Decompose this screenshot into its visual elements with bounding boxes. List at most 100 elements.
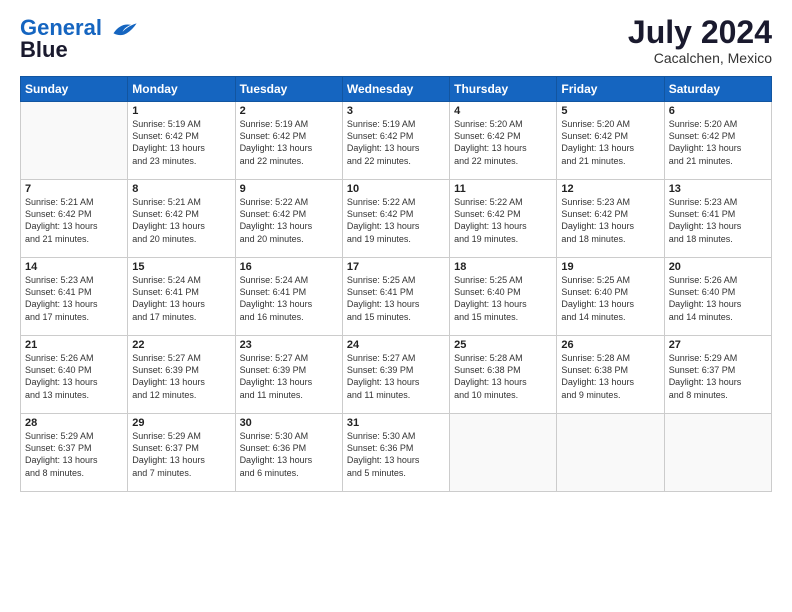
day-number: 1: [132, 105, 230, 117]
calendar-week-3: 14Sunrise: 5:23 AM Sunset: 6:41 PM Dayli…: [21, 258, 772, 336]
col-header-thursday: Thursday: [450, 77, 557, 102]
day-number: 21: [25, 339, 123, 351]
day-number: 2: [240, 105, 338, 117]
day-number: 11: [454, 183, 552, 195]
title-block: July 2024 Cacalchen, Mexico: [628, 15, 772, 66]
day-number: 5: [561, 105, 659, 117]
day-number: 31: [347, 417, 445, 429]
day-info: Sunrise: 5:19 AM Sunset: 6:42 PM Dayligh…: [132, 118, 230, 167]
day-info: Sunrise: 5:30 AM Sunset: 6:36 PM Dayligh…: [347, 430, 445, 479]
calendar-cell: 25Sunrise: 5:28 AM Sunset: 6:38 PM Dayli…: [450, 336, 557, 414]
day-info: Sunrise: 5:28 AM Sunset: 6:38 PM Dayligh…: [561, 352, 659, 401]
day-number: 27: [669, 339, 767, 351]
day-info: Sunrise: 5:28 AM Sunset: 6:38 PM Dayligh…: [454, 352, 552, 401]
calendar-cell: 12Sunrise: 5:23 AM Sunset: 6:42 PM Dayli…: [557, 180, 664, 258]
calendar-cell: 21Sunrise: 5:26 AM Sunset: 6:40 PM Dayli…: [21, 336, 128, 414]
day-info: Sunrise: 5:29 AM Sunset: 6:37 PM Dayligh…: [669, 352, 767, 401]
calendar-cell: 22Sunrise: 5:27 AM Sunset: 6:39 PM Dayli…: [128, 336, 235, 414]
col-header-sunday: Sunday: [21, 77, 128, 102]
day-number: 26: [561, 339, 659, 351]
calendar-cell: 7Sunrise: 5:21 AM Sunset: 6:42 PM Daylig…: [21, 180, 128, 258]
calendar-cell: 15Sunrise: 5:24 AM Sunset: 6:41 PM Dayli…: [128, 258, 235, 336]
day-info: Sunrise: 5:27 AM Sunset: 6:39 PM Dayligh…: [132, 352, 230, 401]
day-number: 16: [240, 261, 338, 273]
day-info: Sunrise: 5:20 AM Sunset: 6:42 PM Dayligh…: [669, 118, 767, 167]
calendar-cell: 13Sunrise: 5:23 AM Sunset: 6:41 PM Dayli…: [664, 180, 771, 258]
calendar-table: SundayMondayTuesdayWednesdayThursdayFrid…: [20, 76, 772, 492]
calendar-week-1: 1Sunrise: 5:19 AM Sunset: 6:42 PM Daylig…: [21, 102, 772, 180]
day-info: Sunrise: 5:25 AM Sunset: 6:40 PM Dayligh…: [561, 274, 659, 323]
col-header-saturday: Saturday: [664, 77, 771, 102]
calendar-cell: [21, 102, 128, 180]
day-number: 17: [347, 261, 445, 273]
day-number: 12: [561, 183, 659, 195]
day-number: 7: [25, 183, 123, 195]
calendar-week-5: 28Sunrise: 5:29 AM Sunset: 6:37 PM Dayli…: [21, 414, 772, 492]
day-number: 13: [669, 183, 767, 195]
day-number: 6: [669, 105, 767, 117]
day-number: 10: [347, 183, 445, 195]
calendar-header-row: SundayMondayTuesdayWednesdayThursdayFrid…: [21, 77, 772, 102]
day-info: Sunrise: 5:23 AM Sunset: 6:41 PM Dayligh…: [25, 274, 123, 323]
calendar-cell: 3Sunrise: 5:19 AM Sunset: 6:42 PM Daylig…: [342, 102, 449, 180]
day-info: Sunrise: 5:25 AM Sunset: 6:40 PM Dayligh…: [454, 274, 552, 323]
calendar-cell: 1Sunrise: 5:19 AM Sunset: 6:42 PM Daylig…: [128, 102, 235, 180]
day-number: 23: [240, 339, 338, 351]
day-info: Sunrise: 5:25 AM Sunset: 6:41 PM Dayligh…: [347, 274, 445, 323]
day-number: 8: [132, 183, 230, 195]
day-number: 19: [561, 261, 659, 273]
calendar-week-2: 7Sunrise: 5:21 AM Sunset: 6:42 PM Daylig…: [21, 180, 772, 258]
day-number: 3: [347, 105, 445, 117]
calendar-cell: [557, 414, 664, 492]
calendar-cell: 27Sunrise: 5:29 AM Sunset: 6:37 PM Dayli…: [664, 336, 771, 414]
calendar-cell: 30Sunrise: 5:30 AM Sunset: 6:36 PM Dayli…: [235, 414, 342, 492]
calendar-cell: 8Sunrise: 5:21 AM Sunset: 6:42 PM Daylig…: [128, 180, 235, 258]
day-info: Sunrise: 5:21 AM Sunset: 6:42 PM Dayligh…: [132, 196, 230, 245]
page-container: General Blue July 2024 Cacalchen, Mexico…: [0, 0, 792, 502]
day-info: Sunrise: 5:22 AM Sunset: 6:42 PM Dayligh…: [347, 196, 445, 245]
day-info: Sunrise: 5:23 AM Sunset: 6:42 PM Dayligh…: [561, 196, 659, 245]
logo: General Blue: [20, 15, 140, 63]
day-number: 24: [347, 339, 445, 351]
calendar-cell: 6Sunrise: 5:20 AM Sunset: 6:42 PM Daylig…: [664, 102, 771, 180]
col-header-friday: Friday: [557, 77, 664, 102]
day-number: 4: [454, 105, 552, 117]
calendar-cell: 10Sunrise: 5:22 AM Sunset: 6:42 PM Dayli…: [342, 180, 449, 258]
day-number: 25: [454, 339, 552, 351]
calendar-cell: 20Sunrise: 5:26 AM Sunset: 6:40 PM Dayli…: [664, 258, 771, 336]
calendar-cell: 2Sunrise: 5:19 AM Sunset: 6:42 PM Daylig…: [235, 102, 342, 180]
calendar-cell: 29Sunrise: 5:29 AM Sunset: 6:37 PM Dayli…: [128, 414, 235, 492]
calendar-cell: 16Sunrise: 5:24 AM Sunset: 6:41 PM Dayli…: [235, 258, 342, 336]
day-info: Sunrise: 5:24 AM Sunset: 6:41 PM Dayligh…: [240, 274, 338, 323]
calendar-cell: 11Sunrise: 5:22 AM Sunset: 6:42 PM Dayli…: [450, 180, 557, 258]
day-info: Sunrise: 5:26 AM Sunset: 6:40 PM Dayligh…: [669, 274, 767, 323]
day-info: Sunrise: 5:27 AM Sunset: 6:39 PM Dayligh…: [240, 352, 338, 401]
calendar-cell: 4Sunrise: 5:20 AM Sunset: 6:42 PM Daylig…: [450, 102, 557, 180]
calendar-cell: 19Sunrise: 5:25 AM Sunset: 6:40 PM Dayli…: [557, 258, 664, 336]
day-info: Sunrise: 5:21 AM Sunset: 6:42 PM Dayligh…: [25, 196, 123, 245]
col-header-tuesday: Tuesday: [235, 77, 342, 102]
day-info: Sunrise: 5:29 AM Sunset: 6:37 PM Dayligh…: [25, 430, 123, 479]
day-info: Sunrise: 5:30 AM Sunset: 6:36 PM Dayligh…: [240, 430, 338, 479]
day-number: 22: [132, 339, 230, 351]
month-year-title: July 2024: [628, 15, 772, 50]
calendar-cell: 14Sunrise: 5:23 AM Sunset: 6:41 PM Dayli…: [21, 258, 128, 336]
header: General Blue July 2024 Cacalchen, Mexico: [20, 15, 772, 66]
day-number: 18: [454, 261, 552, 273]
calendar-cell: 5Sunrise: 5:20 AM Sunset: 6:42 PM Daylig…: [557, 102, 664, 180]
calendar-week-4: 21Sunrise: 5:26 AM Sunset: 6:40 PM Dayli…: [21, 336, 772, 414]
day-number: 14: [25, 261, 123, 273]
day-number: 29: [132, 417, 230, 429]
day-number: 28: [25, 417, 123, 429]
calendar-cell: 26Sunrise: 5:28 AM Sunset: 6:38 PM Dayli…: [557, 336, 664, 414]
calendar-cell: [664, 414, 771, 492]
day-info: Sunrise: 5:19 AM Sunset: 6:42 PM Dayligh…: [347, 118, 445, 167]
calendar-cell: 9Sunrise: 5:22 AM Sunset: 6:42 PM Daylig…: [235, 180, 342, 258]
calendar-cell: 17Sunrise: 5:25 AM Sunset: 6:41 PM Dayli…: [342, 258, 449, 336]
calendar-cell: 23Sunrise: 5:27 AM Sunset: 6:39 PM Dayli…: [235, 336, 342, 414]
calendar-cell: 31Sunrise: 5:30 AM Sunset: 6:36 PM Dayli…: [342, 414, 449, 492]
day-info: Sunrise: 5:22 AM Sunset: 6:42 PM Dayligh…: [240, 196, 338, 245]
col-header-monday: Monday: [128, 77, 235, 102]
calendar-cell: 24Sunrise: 5:27 AM Sunset: 6:39 PM Dayli…: [342, 336, 449, 414]
calendar-cell: 28Sunrise: 5:29 AM Sunset: 6:37 PM Dayli…: [21, 414, 128, 492]
